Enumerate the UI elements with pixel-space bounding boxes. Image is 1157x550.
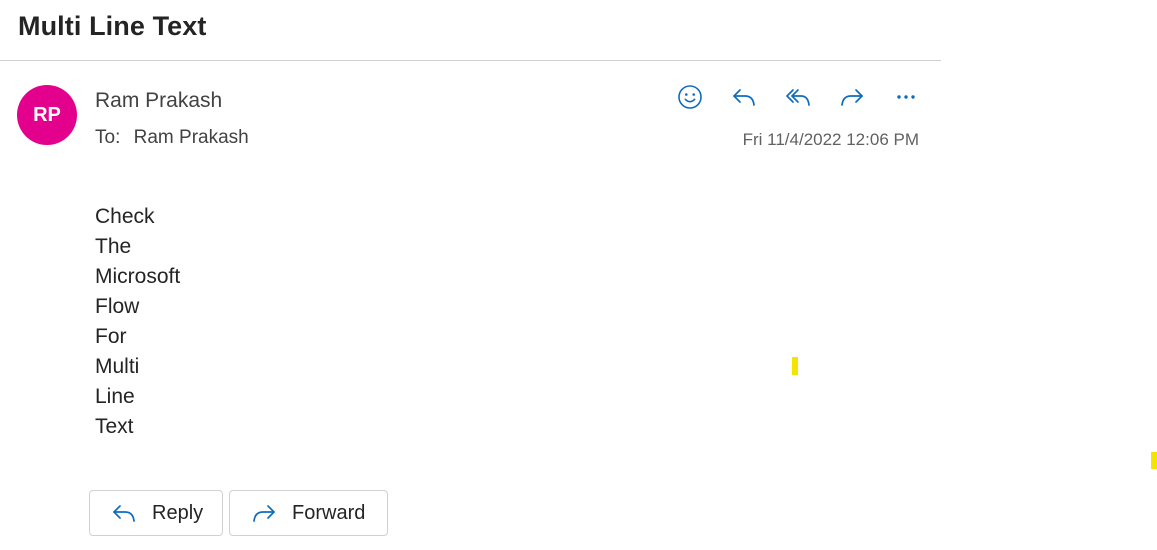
forward-button[interactable] bbox=[833, 80, 871, 114]
message-body: Check The Microsoft Flow For Multi Line … bbox=[95, 202, 180, 442]
body-line: The bbox=[95, 235, 132, 258]
reply-icon bbox=[733, 89, 755, 106]
forward-footer-button[interactable]: Forward bbox=[229, 490, 388, 536]
to-label: To: bbox=[95, 127, 121, 148]
email-subject: Multi Line Text bbox=[18, 11, 207, 41]
highlight-marker bbox=[792, 357, 798, 375]
body-line: Check bbox=[95, 205, 155, 228]
sender-name[interactable]: Ram Prakash bbox=[95, 89, 222, 113]
emoji-icon bbox=[678, 85, 702, 109]
forward-label: Forward bbox=[292, 501, 366, 524]
reply-all-button[interactable] bbox=[779, 80, 817, 114]
avatar-initials: RP bbox=[33, 103, 61, 126]
email-reading-pane: Multi Line Text RP Ram Prakash To: Ram P… bbox=[0, 0, 1157, 550]
recipient-name[interactable]: Ram Prakash bbox=[134, 127, 249, 148]
forward-icon bbox=[250, 499, 278, 527]
reply-icon bbox=[110, 499, 138, 527]
reply-all-icon bbox=[786, 89, 810, 106]
highlight-marker bbox=[1151, 452, 1157, 469]
header-divider bbox=[0, 60, 941, 61]
recipient-line: To: Ram Prakash bbox=[95, 127, 249, 149]
avatar[interactable]: RP bbox=[17, 85, 77, 145]
body-line: Line bbox=[95, 385, 135, 408]
more-actions-button[interactable] bbox=[887, 80, 925, 114]
body-line: Flow bbox=[95, 295, 140, 318]
body-line: For bbox=[95, 325, 127, 348]
reply-footer-button[interactable]: Reply bbox=[89, 490, 223, 536]
body-line: Text bbox=[95, 415, 134, 438]
forward-icon bbox=[841, 89, 863, 106]
reply-button[interactable] bbox=[725, 80, 763, 114]
message-actions bbox=[671, 80, 925, 114]
sent-date: Fri 11/4/2022 12:06 PM bbox=[742, 130, 919, 149]
body-line: Microsoft bbox=[95, 265, 181, 288]
emoji-button[interactable] bbox=[671, 80, 709, 114]
more-icon bbox=[897, 95, 915, 99]
reply-label: Reply bbox=[152, 501, 204, 524]
body-line: Multi bbox=[95, 355, 140, 378]
